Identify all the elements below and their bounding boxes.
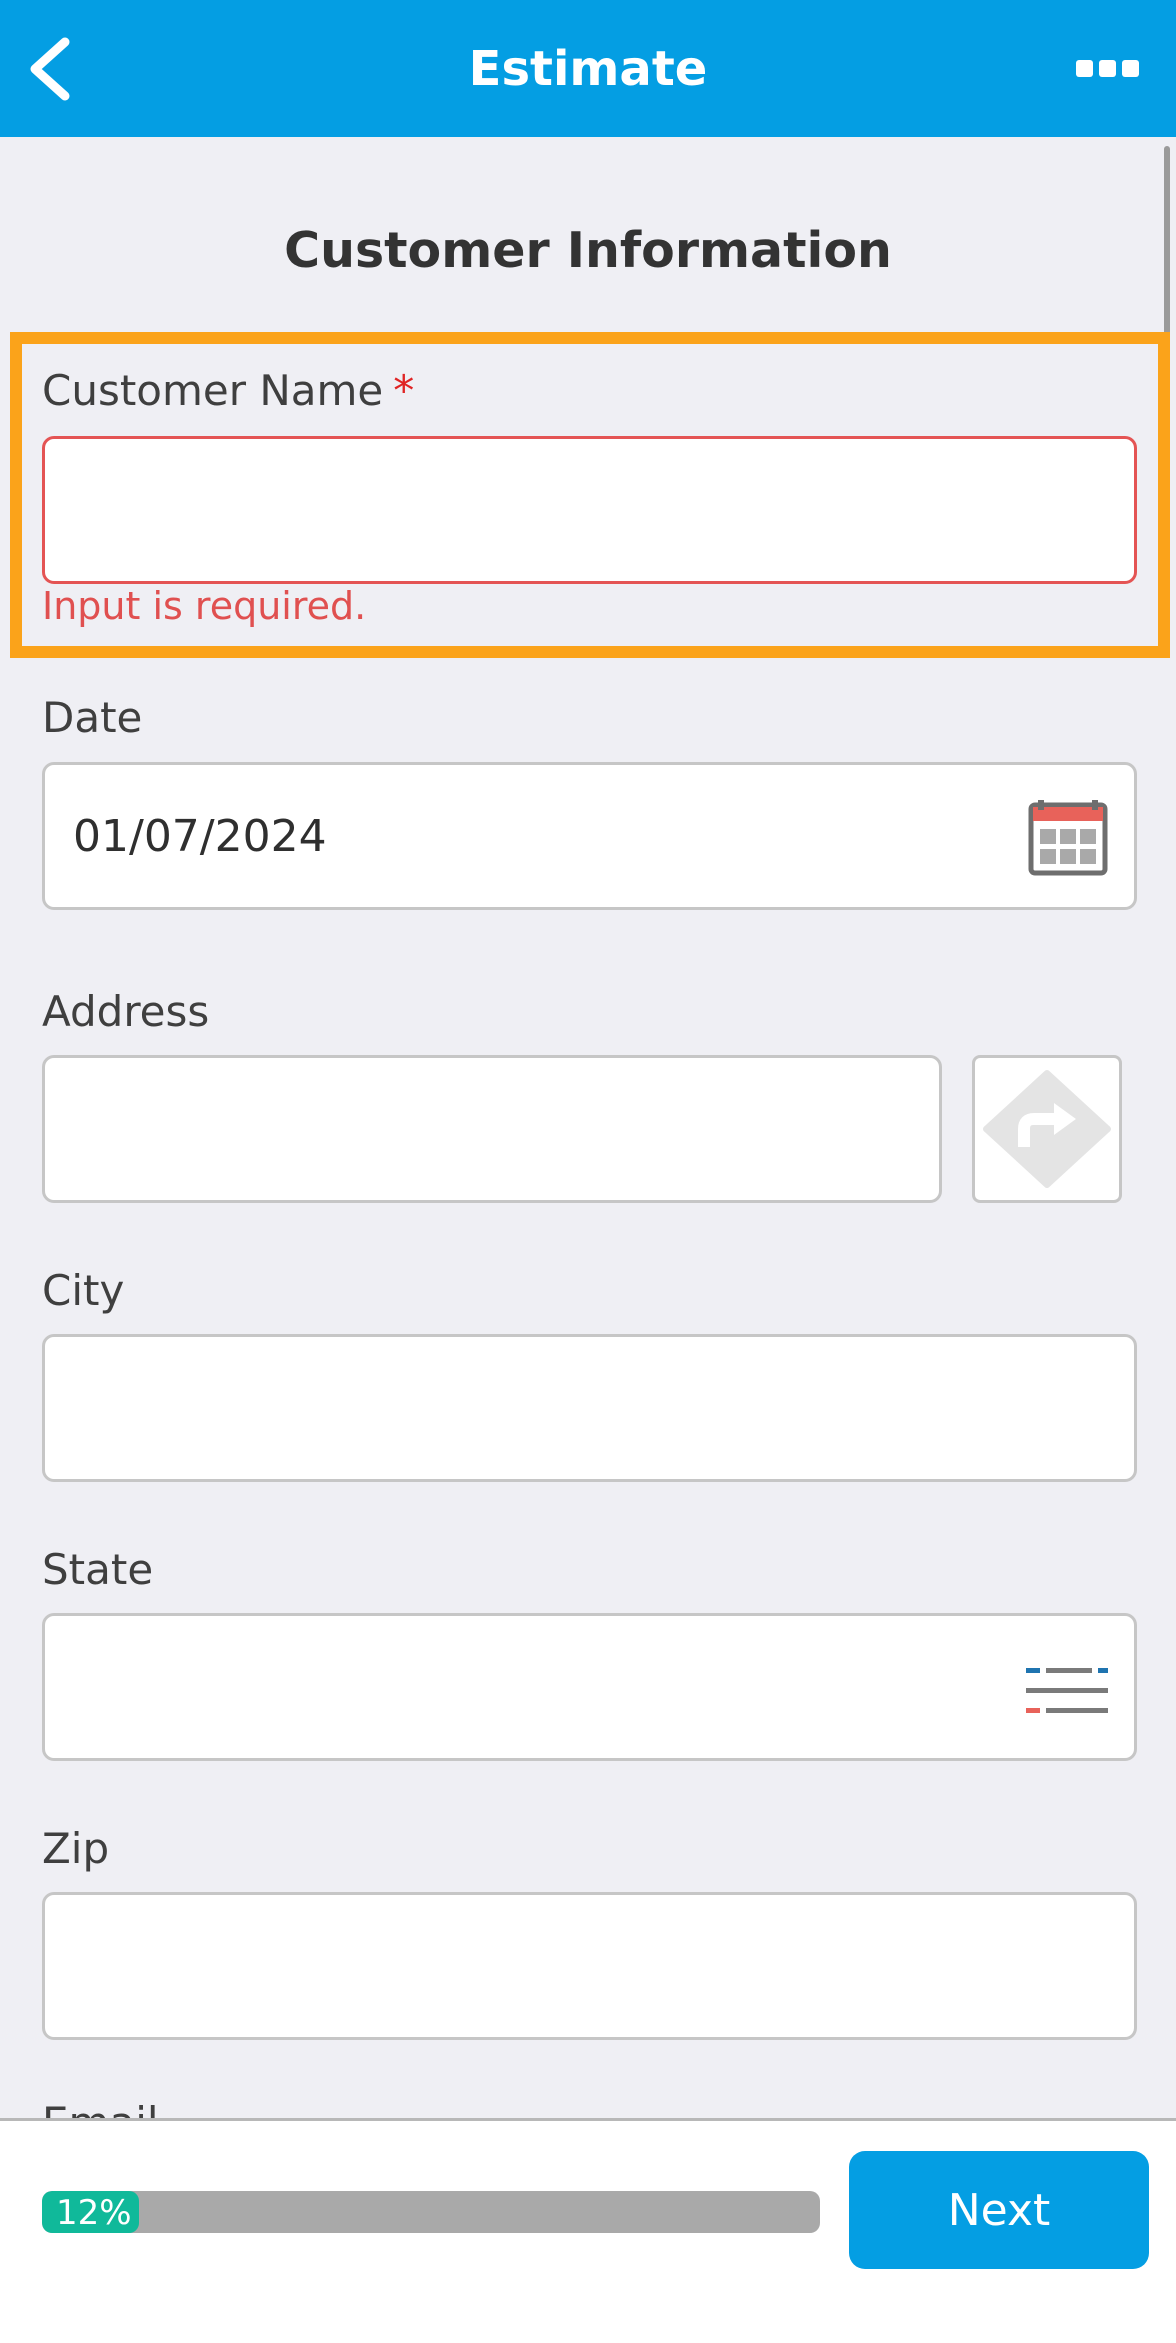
state-label: State (42, 1545, 154, 1594)
customer-name-input[interactable] (42, 436, 1137, 584)
zip-label: Zip (42, 1824, 110, 1873)
footer-bar: 12% Next (0, 2118, 1176, 2343)
customer-name-label: Customer Name * (42, 366, 415, 415)
directions-icon (983, 1070, 1111, 1188)
address-input[interactable] (42, 1055, 942, 1203)
progress-bar: 12% (42, 2191, 820, 2233)
more-options-button[interactable] (1062, 40, 1152, 96)
app-header: Estimate (0, 0, 1176, 137)
calendar-icon[interactable] (1028, 799, 1108, 877)
next-button[interactable]: Next (849, 2151, 1149, 2269)
progress-label: 12% (56, 2193, 132, 2233)
email-label: Email (42, 2098, 159, 2120)
zip-input[interactable] (42, 1892, 1137, 2040)
city-label: City (42, 1266, 125, 1315)
city-input[interactable] (42, 1334, 1137, 1482)
address-label: Address (42, 987, 210, 1036)
date-input[interactable]: 01/07/2024 (42, 762, 1137, 910)
section-title: Customer Information (284, 222, 892, 279)
page-title: Estimate (468, 40, 708, 97)
list-icon (1026, 1668, 1108, 1713)
date-label: Date (42, 693, 143, 742)
back-button[interactable] (14, 30, 84, 108)
directions-button[interactable] (972, 1055, 1122, 1203)
required-mark: * (393, 366, 415, 415)
date-value: 01/07/2024 (73, 810, 327, 862)
more-horizontal-icon (1075, 59, 1093, 77)
chevron-left-icon (30, 37, 70, 101)
customer-name-error: Input is required. (42, 584, 367, 628)
state-select[interactable] (42, 1613, 1137, 1761)
